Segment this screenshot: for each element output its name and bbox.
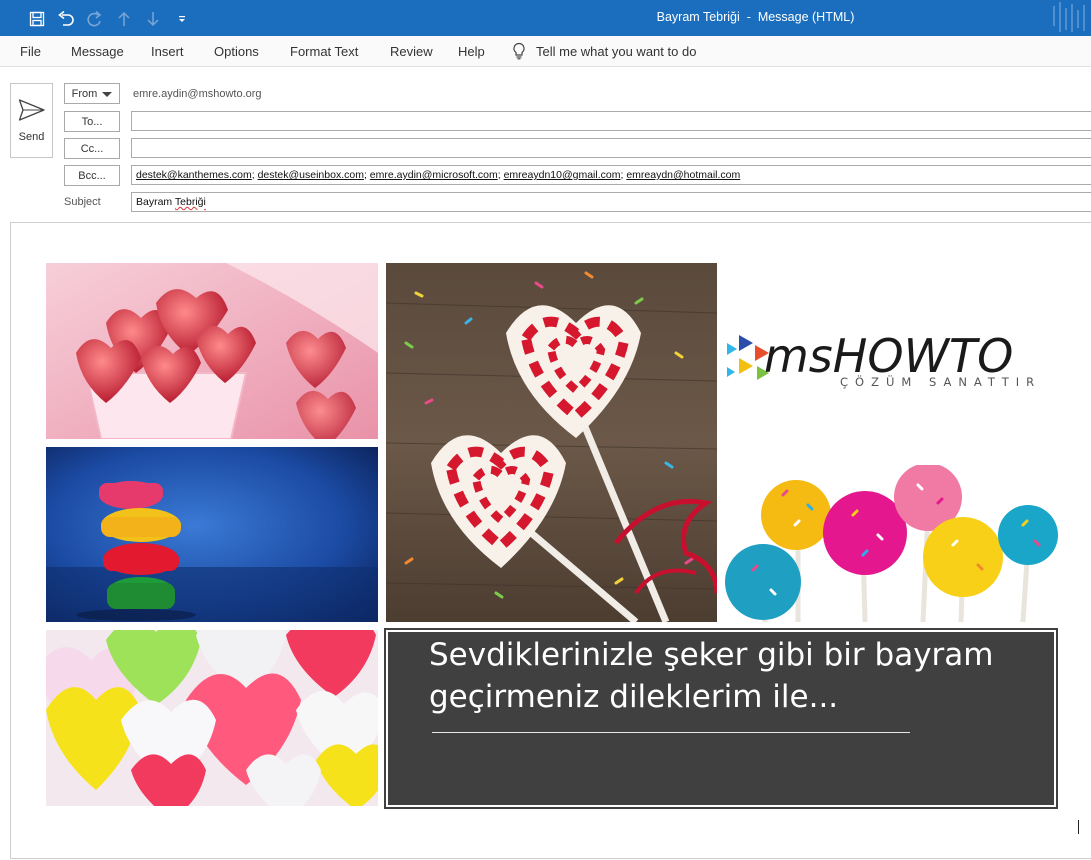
text-cursor bbox=[1078, 820, 1079, 834]
send-icon bbox=[18, 99, 45, 121]
lightbulb-icon bbox=[513, 42, 525, 60]
bcc-button[interactable]: Bcc... bbox=[64, 165, 120, 186]
cc-field[interactable] bbox=[131, 138, 1091, 158]
tab-message[interactable]: Message bbox=[71, 44, 124, 59]
subject-spellcheck-word: Tebriği bbox=[174, 196, 206, 208]
heart-gummies-image bbox=[46, 630, 378, 806]
ribbon-tabs: File Message Insert Options Format Text … bbox=[0, 36, 1091, 67]
title-bar: Bayram Tebriği - Message (HTML) bbox=[0, 0, 1091, 36]
from-address: emre.aydin@mshowto.org bbox=[133, 88, 262, 100]
bcc-recipient[interactable]: emreaydn@hotmail.com bbox=[626, 169, 740, 181]
chevron-down-icon bbox=[102, 91, 113, 97]
heart-lollipops-image bbox=[386, 263, 717, 622]
send-button[interactable]: Send bbox=[10, 83, 53, 158]
tab-format-text[interactable]: Format Text bbox=[290, 44, 358, 59]
bcc-recipient[interactable]: emreaydn10@gmail.com bbox=[504, 169, 621, 181]
to-field[interactable] bbox=[131, 111, 1091, 131]
greeting-line-1: Sevdiklerinizle şeker gibi bir bayram bbox=[429, 637, 994, 673]
subject-field[interactable]: Bayram Tebriği bbox=[131, 192, 1091, 212]
bcc-recipient[interactable]: destek@useinbox.com bbox=[258, 169, 364, 181]
tab-insert[interactable]: Insert bbox=[151, 44, 184, 59]
tab-file[interactable]: File bbox=[20, 44, 41, 59]
send-label: Send bbox=[18, 131, 45, 143]
tell-me-label: Tell me what you want to do bbox=[536, 43, 697, 59]
tab-review[interactable]: Review bbox=[390, 44, 433, 59]
jelly-candies-cup-image bbox=[46, 263, 378, 439]
mshowto-logo: msHOWTO ÇÖZÜM SANATTIR bbox=[724, 320, 1059, 395]
title-bar-pattern-icon bbox=[1053, 2, 1085, 32]
stacked-candies-image bbox=[46, 447, 378, 622]
bcc-recipient[interactable]: emre.aydin@microsoft.com bbox=[370, 169, 498, 181]
window-title: Bayram Tebriği - Message (HTML) bbox=[656, 10, 855, 24]
bcc-recipient[interactable]: destek@kanthemes.com bbox=[136, 169, 252, 181]
greeting-line-2: geçirmeniz dileklerim ile... bbox=[429, 679, 839, 715]
compose-header: Send From emre.aydin@mshowto.org To... C… bbox=[0, 68, 1091, 220]
greeting-text: Sevdiklerinizle şeker gibi bir bayram ge… bbox=[429, 634, 1049, 718]
subject-text: Bayram bbox=[136, 196, 175, 208]
tab-options[interactable]: Options bbox=[214, 44, 259, 59]
to-button[interactable]: To... bbox=[64, 111, 120, 132]
from-label: From bbox=[71, 87, 98, 100]
from-button[interactable]: From bbox=[64, 83, 120, 104]
cc-button[interactable]: Cc... bbox=[64, 138, 120, 159]
subject-label: Subject bbox=[64, 196, 101, 208]
cake-pops-image bbox=[723, 465, 1059, 622]
greeting-divider bbox=[432, 732, 910, 733]
bcc-field[interactable]: destek@kanthemes.com; destek@useinbox.co… bbox=[131, 165, 1091, 185]
tab-help[interactable]: Help bbox=[458, 44, 485, 59]
logo-tagline-text: ÇÖZÜM SANATTIR bbox=[840, 373, 1041, 389]
tell-me-box[interactable]: Tell me what you want to do bbox=[512, 42, 696, 60]
